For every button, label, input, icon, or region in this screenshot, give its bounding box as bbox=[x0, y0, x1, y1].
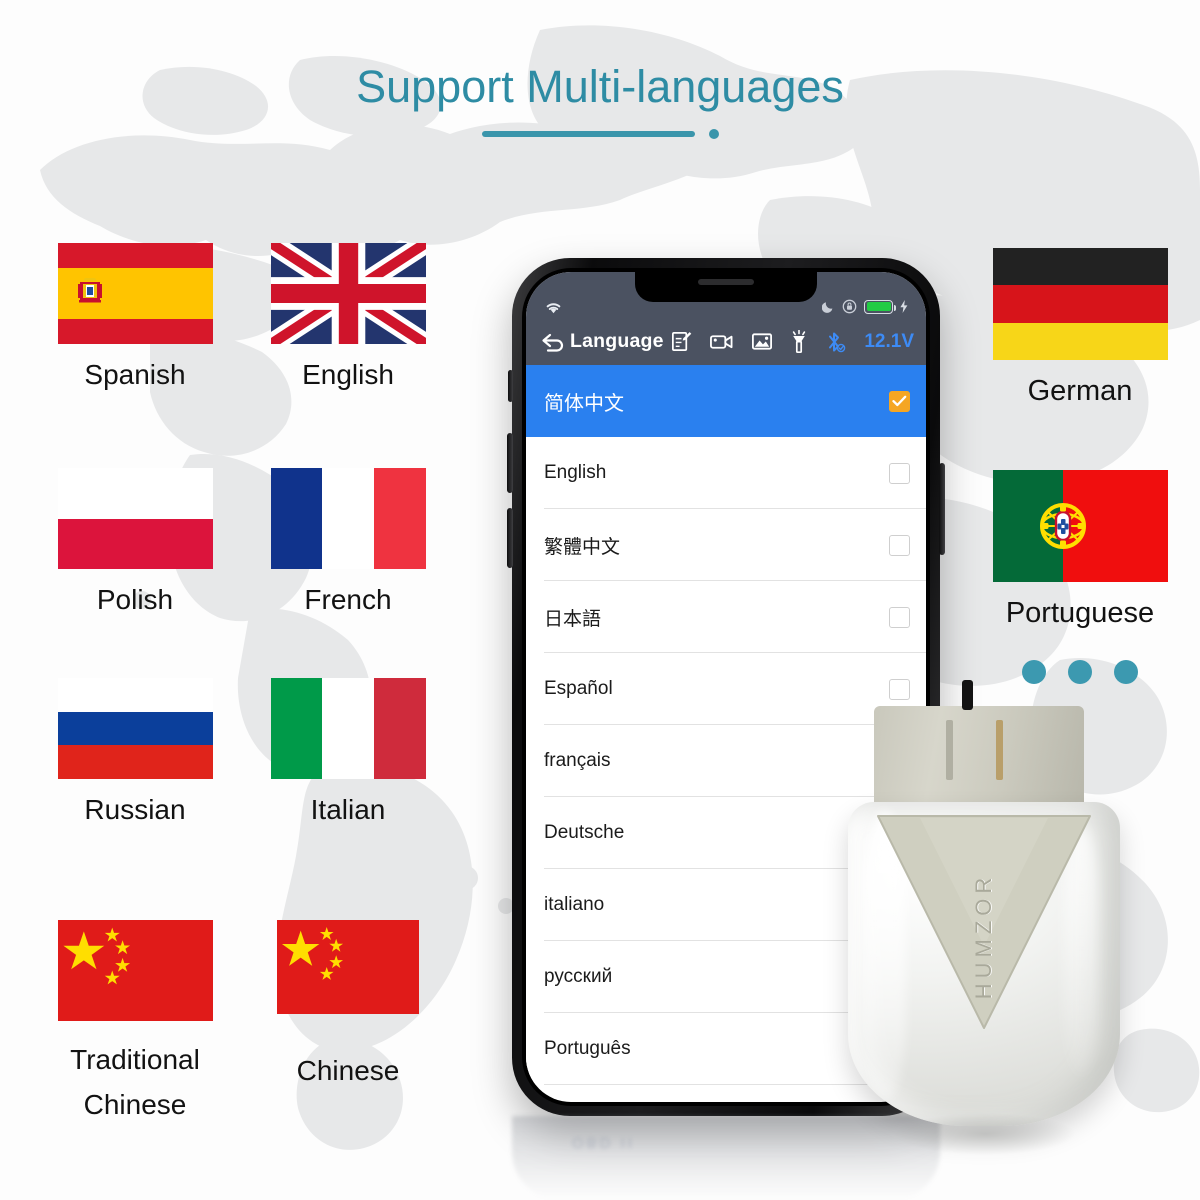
flag-item-german: German bbox=[960, 248, 1200, 408]
lightning-bolt-icon bbox=[900, 300, 908, 313]
header: Support Multi-languages bbox=[0, 62, 1200, 139]
flag-france bbox=[270, 468, 426, 569]
language-name: italiano bbox=[544, 894, 605, 915]
carousel-dot-1[interactable] bbox=[1022, 660, 1046, 684]
flag-portugal bbox=[992, 470, 1168, 582]
reflection-text: OBD II bbox=[572, 1134, 636, 1151]
checkbox-checked[interactable] bbox=[889, 390, 910, 412]
language-name: 简体中文 bbox=[544, 392, 624, 415]
flag-item-spanish: Spanish bbox=[35, 243, 235, 391]
language-name: 繁體中文 bbox=[544, 536, 621, 558]
app-bar-tools: 12.1V bbox=[670, 329, 914, 354]
language-name: English bbox=[544, 462, 607, 483]
carousel-dot-2[interactable] bbox=[1068, 660, 1092, 684]
flag-spain bbox=[57, 243, 213, 344]
flag-italy bbox=[270, 678, 426, 779]
connector-cable bbox=[962, 680, 973, 710]
connector-slot bbox=[996, 720, 1003, 780]
flag-russia bbox=[57, 678, 213, 779]
battery-icon bbox=[864, 299, 896, 314]
rotation-lock-icon bbox=[842, 299, 857, 314]
phone-reflection: OBD II bbox=[512, 1116, 940, 1200]
earpiece-speaker bbox=[698, 279, 754, 285]
status-bar-left bbox=[544, 300, 563, 314]
voltage-readout: 12.1V bbox=[864, 330, 914, 352]
flag-poland bbox=[57, 468, 213, 569]
list-item[interactable]: 繁體中文 bbox=[526, 509, 926, 581]
list-item[interactable]: 简体中文 bbox=[526, 365, 926, 437]
phone-volume-up-button[interactable] bbox=[507, 433, 513, 493]
flag-item-french: French bbox=[248, 468, 448, 616]
flag-label: Portuguese bbox=[1005, 597, 1155, 629]
obd-connector bbox=[874, 680, 1084, 810]
language-name: français bbox=[544, 750, 611, 771]
flashlight-icon[interactable] bbox=[790, 329, 808, 354]
app-bar-title: Language bbox=[570, 330, 664, 352]
phone-power-button[interactable] bbox=[939, 463, 945, 555]
language-name: русский bbox=[544, 966, 613, 987]
spain-coat-of-arms-icon bbox=[78, 278, 103, 303]
carousel-dots[interactable] bbox=[960, 660, 1200, 684]
language-name: Español bbox=[544, 678, 613, 699]
page-title: Support Multi-languages bbox=[356, 61, 844, 112]
flag-item-russian: Russian bbox=[35, 678, 235, 826]
poster-canvas: Support Multi-languages Spanish English … bbox=[0, 0, 1200, 1200]
portugal-coat-of-arms-icon bbox=[1039, 503, 1086, 549]
connector-slot bbox=[946, 720, 953, 780]
flag-germany bbox=[992, 248, 1168, 360]
status-bar bbox=[526, 272, 926, 318]
wifi-icon bbox=[546, 303, 561, 314]
screenshot-image-icon[interactable] bbox=[750, 330, 774, 353]
phone-silent-switch[interactable] bbox=[508, 370, 513, 402]
flag-united-kingdom bbox=[270, 243, 426, 344]
flag-item-chinese: Chinese bbox=[248, 920, 448, 1087]
check-icon bbox=[892, 395, 907, 407]
title-underline bbox=[0, 128, 1200, 139]
flag-china-traditional bbox=[57, 920, 213, 1021]
checkbox[interactable] bbox=[889, 678, 910, 700]
moon-icon bbox=[822, 302, 833, 313]
flag-china bbox=[277, 920, 419, 1014]
back-arrow-icon bbox=[542, 333, 564, 352]
flag-item-portuguese: Portuguese bbox=[960, 470, 1200, 630]
bluetooth-icon[interactable] bbox=[824, 330, 846, 354]
flag-item-polish: Polish bbox=[35, 468, 235, 616]
flag-item-english: English bbox=[248, 243, 448, 391]
carousel-dot-3[interactable] bbox=[1114, 660, 1138, 684]
language-name: Português bbox=[544, 1038, 631, 1059]
obd-dongle-device: HUMZOR bbox=[848, 680, 1120, 1126]
status-bar-right bbox=[822, 299, 908, 314]
flag-label: German bbox=[1027, 375, 1133, 407]
dongle-brand-text: HUMZOR bbox=[971, 872, 996, 1000]
title-rule-dot bbox=[708, 128, 719, 139]
flag-label: Chinese bbox=[296, 1055, 400, 1086]
phone-volume-down-button[interactable] bbox=[507, 508, 513, 568]
flag-label: Polish bbox=[96, 584, 174, 615]
list-item[interactable]: English bbox=[526, 437, 926, 509]
note-edit-icon[interactable] bbox=[670, 330, 693, 353]
title-rule-line bbox=[481, 130, 695, 137]
app-bar: Language 12.1V bbox=[526, 318, 926, 365]
flag-label: Russian bbox=[84, 794, 186, 825]
flag-item-italian: Italian bbox=[248, 678, 448, 826]
list-item[interactable]: 日本語 bbox=[526, 581, 926, 653]
back-button[interactable]: Language bbox=[539, 330, 664, 354]
flag-label: French bbox=[304, 584, 392, 615]
flag-label: Italian bbox=[310, 794, 386, 825]
phone-notch bbox=[635, 272, 817, 302]
flag-label: Spanish bbox=[84, 359, 186, 390]
checkbox[interactable] bbox=[889, 606, 910, 628]
checkbox[interactable] bbox=[889, 462, 910, 484]
flag-label: English bbox=[302, 359, 394, 390]
flag-label: Traditional Chinese bbox=[70, 1044, 200, 1121]
video-camera-icon[interactable] bbox=[709, 330, 734, 353]
checkbox[interactable] bbox=[889, 534, 910, 556]
language-name: Deutsche bbox=[544, 822, 625, 843]
flag-item-traditional-chinese: Traditional Chinese bbox=[35, 920, 235, 1128]
language-name: 日本語 bbox=[544, 608, 602, 630]
